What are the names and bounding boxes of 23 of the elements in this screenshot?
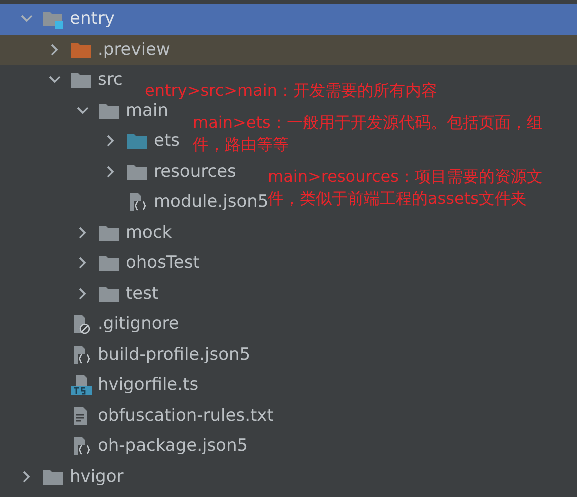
file-name[interactable]: .gitignore [98,314,180,334]
file-name[interactable]: main [126,100,168,121]
annotation-text: entry>src>main：开发需要的所有内容 [145,80,438,102]
file-name[interactable]: ets [154,131,180,152]
file-name[interactable]: mock [126,222,172,243]
file-name[interactable]: ohosTest [126,253,200,274]
file-name[interactable]: module.json5 [154,192,269,212]
file-name[interactable]: hvigor [70,466,124,487]
file-name[interactable]: oh-package.json5 [98,436,248,456]
annotation-text: main>ets：一般用于开发源代码。包括页面，组件，路由等等 [193,112,544,156]
annotation-text: main>resources：项目需要的资源文件，类似于前端工程的assets文件夹 [268,166,544,210]
file-name[interactable]: entry [70,9,115,30]
file-name[interactable]: build-profile.json5 [98,344,251,365]
file-name[interactable]: src [98,70,123,90]
file-name[interactable]: .preview [98,40,170,60]
selected-tree-row[interactable]: entry [0,4,577,34]
excluded-tree-row[interactable]: .preview [0,34,577,65]
typescript-file-icon [70,375,92,396]
file-name[interactable]: resources [154,162,236,182]
module-folder-icon [42,9,64,30]
file-name[interactable]: test [126,284,159,304]
file-name[interactable]: hvigorfile.ts [98,375,199,396]
file-name[interactable]: obfuscation-rules.txt [98,406,274,426]
